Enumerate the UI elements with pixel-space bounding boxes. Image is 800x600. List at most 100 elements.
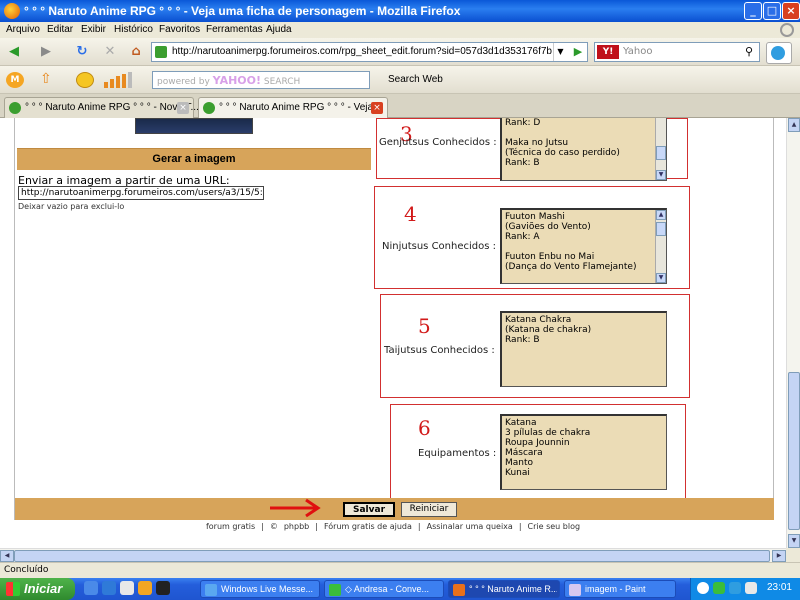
textarea-line: Katana Chakra — [505, 315, 572, 325]
genjutsus-textarea[interactable]: Rank: D Maka no Jutsu (Técnica do caso p… — [500, 118, 667, 181]
page-horizontal-scrollbar[interactable]: ◀ ▶ — [0, 548, 786, 562]
menu-exibir[interactable]: Exibir — [81, 24, 106, 35]
history-dropdown-icon[interactable]: ▼ — [553, 43, 567, 61]
page-vertical-scrollbar[interactable]: ▲ ▼ — [786, 118, 800, 548]
tab-close-icon[interactable]: × — [177, 102, 189, 114]
address-bar[interactable]: http://narutoanimerpg.forumeiros.com/rpg… — [151, 42, 588, 62]
textarea-scrollbar[interactable]: ▲ ▼ — [655, 210, 666, 283]
scroll-thumb[interactable] — [14, 550, 770, 562]
tray-arrow-icon[interactable] — [697, 582, 709, 594]
close-button[interactable]: × — [782, 2, 800, 20]
tab-bar: ° ° ° Naruto Anime RPG ° ° ° - Novo T...… — [0, 94, 800, 119]
equipamentos-textarea[interactable]: Katana 3 pílulas de chakra Roupa Jounnin… — [500, 414, 667, 490]
signal-bars-icon — [104, 72, 138, 88]
scroll-right-icon[interactable]: ▶ — [772, 550, 786, 562]
textarea-line: (Gaviões do Vento) — [505, 222, 591, 232]
favorite-icon[interactable] — [76, 72, 94, 88]
textarea-line — [505, 242, 663, 252]
menu-editar[interactable]: Editar — [47, 24, 73, 35]
menu-historico[interactable]: Histórico — [114, 24, 153, 35]
menu-ajuda[interactable]: Ajuda — [266, 24, 292, 35]
genjutsus-label: Genjutsus Conhecidos : — [379, 137, 497, 148]
textarea-line: (Dança do Vento Flamejante) — [505, 262, 637, 272]
taijutsus-textarea[interactable]: Katana Chakra (Katana de chakra) Rank: B — [500, 311, 667, 387]
scroll-up-icon[interactable]: ▲ — [656, 210, 666, 220]
avatar-image — [135, 118, 253, 134]
reiniciar-button[interactable]: Reiniciar — [401, 502, 457, 517]
show-desktop-icon[interactable] — [84, 581, 98, 595]
stop-icon[interactable]: ✕ — [100, 42, 120, 62]
textarea-line — [505, 128, 663, 138]
tab-favicon-icon — [9, 102, 21, 114]
task-paint[interactable]: imagem - Paint — [564, 580, 676, 598]
textarea-line: Rank: B — [505, 335, 540, 345]
search-box[interactable]: Y! Yahoo ⚲ — [594, 42, 760, 62]
scroll-down-icon[interactable]: ▼ — [656, 170, 666, 180]
search-web-button[interactable]: Search Web — [388, 74, 443, 85]
firefox-quicklaunch-icon[interactable] — [138, 581, 152, 595]
scroll-thumb[interactable] — [788, 372, 800, 530]
ie-icon[interactable] — [102, 581, 116, 595]
page-content: Gerar a imagem Enviar a imagem a partir … — [0, 118, 786, 548]
tray-network-icon[interactable] — [729, 582, 741, 594]
windows-taskbar: Iniciar Windows Live Messe... ◇ Andresa … — [0, 578, 800, 600]
site-favicon-icon — [155, 46, 167, 58]
home-icon[interactable]: ⌂ — [126, 42, 146, 62]
footer-links: forum gratis | © phpbb | Fórum gratis de ajud… — [0, 522, 786, 531]
textarea-scrollbar[interactable]: ▼ — [655, 118, 666, 180]
menu-arquivo[interactable]: Arquivo — [6, 24, 40, 35]
tab-novo-topico[interactable]: ° ° ° Naruto Anime RPG ° ° ° - Novo T...… — [4, 97, 199, 118]
textarea-line: Rank: B — [505, 158, 540, 168]
textarea-line: Roupa Jounnin — [505, 438, 570, 448]
skype-icon[interactable] — [766, 42, 792, 64]
task-andresa-conversa[interactable]: ◇ Andresa - Conve... — [324, 580, 444, 598]
window-title: ° ° ° Naruto Anime RPG ° ° ° - Veja uma … — [24, 4, 461, 18]
ninjutsus-textarea[interactable]: Fuuton Mashi (Gaviões do Vento) Rank: A … — [500, 208, 667, 284]
scroll-thumb[interactable] — [656, 222, 666, 236]
avatar-url-input[interactable]: http://narutoanimerpg.forumeiros.com/use… — [18, 186, 264, 200]
yahoo-search-input[interactable]: powered by YAHOO! SEARCH — [152, 71, 370, 89]
footer-link[interactable]: Crie seu blog — [528, 522, 581, 531]
status-text: Concluído — [4, 565, 49, 575]
scroll-up-icon[interactable]: ▲ — [788, 118, 800, 132]
textarea-line: Maka no Jutsu — [505, 138, 569, 148]
scroll-thumb[interactable] — [656, 146, 666, 160]
menu-ferramentas[interactable]: Ferramentas — [206, 24, 263, 35]
footer-link[interactable]: Assinalar uma queixa — [427, 522, 513, 531]
footer-link[interactable]: Fórum gratis de ajuda — [324, 522, 412, 531]
scroll-down-icon[interactable]: ▼ — [788, 534, 800, 548]
search-icon[interactable]: ⚲ — [741, 44, 757, 60]
menu-favoritos[interactable]: Favoritos — [159, 24, 200, 35]
textarea-line: Fuuton Enbu no Mai — [505, 252, 595, 262]
search-engine-icon[interactable]: Y! — [597, 45, 619, 59]
reload-icon[interactable]: ↻ — [72, 42, 92, 62]
textarea-line: (Katana de chakra) — [505, 325, 592, 335]
search-placeholder: Yahoo — [623, 46, 653, 57]
task-firefox-naruto[interactable]: ° ° ° Naruto Anime R... — [448, 580, 560, 598]
taijutsus-label: Taijutsus Conhecidos : — [384, 345, 495, 356]
footer-link[interactable]: forum gratis — [206, 522, 255, 531]
tray-volume-icon[interactable] — [745, 582, 757, 594]
go-icon[interactable]: ▶ — [571, 45, 585, 59]
back-icon[interactable]: ◀ — [4, 42, 24, 62]
footer-link[interactable]: phpbb — [284, 522, 309, 531]
gerar-imagem-header: Gerar a imagem — [17, 148, 371, 170]
forward-icon[interactable]: ▶ — [36, 42, 56, 62]
tab-veja-ficha[interactable]: ° ° ° Naruto Anime RPG ° ° ° - Veja... × — [198, 97, 388, 119]
tab-label: ° ° ° Naruto Anime RPG ° ° ° - Veja... — [219, 102, 382, 113]
tray-messenger-icon[interactable] — [713, 582, 725, 594]
start-button[interactable]: Iniciar — [0, 578, 75, 600]
tab-close-icon[interactable]: × — [371, 102, 383, 114]
salvar-button[interactable]: Salvar — [343, 502, 395, 517]
minimize-button[interactable]: _ — [744, 2, 762, 20]
task-windows-live-messenger[interactable]: Windows Live Messe... — [200, 580, 320, 598]
up-arrow-icon[interactable]: ⇧ — [40, 71, 56, 89]
media-icon[interactable] — [120, 581, 134, 595]
app-quicklaunch-icon[interactable] — [156, 581, 170, 595]
form-actions-bar: Salvar Reiniciar — [15, 498, 774, 520]
firefox-icon — [453, 584, 465, 596]
mail-icon[interactable]: M — [6, 72, 24, 88]
scroll-left-icon[interactable]: ◀ — [0, 550, 14, 562]
maximize-button[interactable]: □ — [763, 2, 781, 20]
scroll-down-icon[interactable]: ▼ — [656, 273, 666, 283]
